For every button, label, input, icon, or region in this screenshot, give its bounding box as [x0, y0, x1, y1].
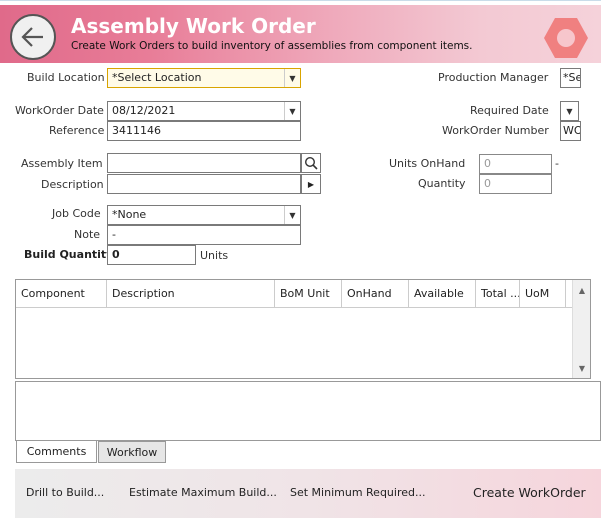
components-grid[interactable]: Component Description BoM Unit OnHand Av…: [15, 279, 591, 379]
job-code-label: Job Code: [52, 207, 101, 220]
description-expand-button[interactable]: ▶: [301, 174, 321, 194]
assembly-search-button[interactable]: [301, 153, 321, 173]
quantity-label: Quantity: [418, 177, 466, 190]
build-location-label: Build Location: [27, 71, 105, 84]
build-quantity-unit: Units: [200, 249, 229, 262]
arrow-left-icon: [21, 27, 43, 47]
workorder-number-value: WO: [563, 124, 581, 137]
chevron-right-icon: ▶: [307, 179, 315, 189]
reference-value: 3411146: [112, 124, 161, 137]
build-quantity-label: Build Quantity: [24, 248, 114, 261]
note-label: Note: [74, 228, 101, 241]
settings-hexagon-button[interactable]: [543, 15, 589, 61]
estimate-maximum-build-button[interactable]: Estimate Maximum Build...: [129, 486, 277, 499]
tab-comments[interactable]: Comments: [16, 441, 97, 463]
tab-workflow[interactable]: Workflow: [98, 441, 166, 463]
workorder-number-label: WorkOrder Number: [442, 124, 549, 137]
comments-textarea[interactable]: [15, 381, 601, 441]
assembly-item-label: Assembly Item: [21, 157, 103, 170]
job-code-value: *None: [112, 208, 147, 221]
create-workorder-button[interactable]: Create WorkOrder: [473, 485, 586, 500]
build-location-value: *Select Location: [112, 71, 202, 84]
quantity-value: 0: [484, 177, 491, 190]
workorder-date-label: WorkOrder Date: [15, 104, 104, 117]
units-onhand-value: 0: [484, 157, 491, 170]
chevron-down-icon[interactable]: ▼: [284, 69, 300, 87]
page-subtitle: Create Work Orders to build inventory of…: [71, 40, 473, 52]
workorder-date-picker[interactable]: 08/12/2021 ▼: [107, 101, 301, 121]
search-icon: [304, 156, 318, 170]
note-value: -: [112, 228, 116, 241]
required-date-label: Required Date: [470, 104, 549, 117]
scroll-up-icon[interactable]: ▲: [574, 282, 590, 298]
column-header[interactable]: UoM: [520, 280, 566, 308]
assembly-work-order-window: Assembly Work Order Create Work Orders t…: [0, 0, 601, 518]
chevron-down-icon[interactable]: ▼: [284, 102, 300, 120]
scroll-down-icon[interactable]: ▼: [574, 360, 590, 376]
column-header[interactable]: Component: [16, 280, 107, 308]
reference-input[interactable]: 3411146: [107, 121, 301, 141]
column-header[interactable]: Available: [409, 280, 476, 308]
column-header[interactable]: OnHand: [342, 280, 409, 308]
set-minimum-required-button[interactable]: Set Minimum Required...: [290, 486, 425, 499]
chevron-down-icon[interactable]: ▼: [284, 206, 300, 224]
drill-to-build-button[interactable]: Drill to Build...: [26, 486, 104, 499]
production-manager-select[interactable]: *Se: [560, 68, 581, 88]
description-input[interactable]: [107, 174, 301, 194]
units-onhand-field: 0: [479, 154, 552, 174]
workorder-number-input[interactable]: WO: [560, 121, 581, 141]
workorder-date-value: 08/12/2021: [112, 104, 176, 117]
column-header[interactable]: BoM Unit: [275, 280, 342, 308]
grid-vertical-scrollbar[interactable]: ▲ ▼: [572, 280, 590, 378]
build-quantity-input[interactable]: 0: [107, 245, 196, 265]
hexagon-icon: [544, 18, 588, 58]
reference-label: Reference: [49, 124, 105, 137]
back-button[interactable]: [10, 14, 56, 60]
quantity-field: 0: [479, 174, 552, 194]
required-date-picker[interactable]: ▼: [560, 101, 579, 121]
chevron-down-icon[interactable]: ▼: [561, 102, 578, 120]
grid-header: Component Description BoM Unit OnHand Av…: [16, 280, 572, 308]
note-input[interactable]: -: [107, 225, 301, 245]
production-manager-label: Production Manager: [438, 71, 549, 84]
units-onhand-suffix: -: [555, 157, 559, 170]
column-header[interactable]: Description: [107, 280, 275, 308]
production-manager-value: *Se: [563, 71, 581, 84]
footer-toolbar: Drill to Build... Estimate Maximum Build…: [15, 469, 601, 518]
build-quantity-value: 0: [112, 248, 120, 261]
job-code-select[interactable]: *None ▼: [107, 205, 301, 225]
description-label: Description: [41, 178, 104, 191]
column-header[interactable]: Total ...: [476, 280, 520, 308]
units-onhand-label: Units OnHand: [389, 157, 466, 170]
header-banner: Assembly Work Order Create Work Orders t…: [0, 5, 601, 63]
build-location-select[interactable]: *Select Location ▼: [107, 68, 301, 88]
assembly-item-input[interactable]: [107, 153, 301, 173]
page-title: Assembly Work Order: [71, 14, 316, 38]
